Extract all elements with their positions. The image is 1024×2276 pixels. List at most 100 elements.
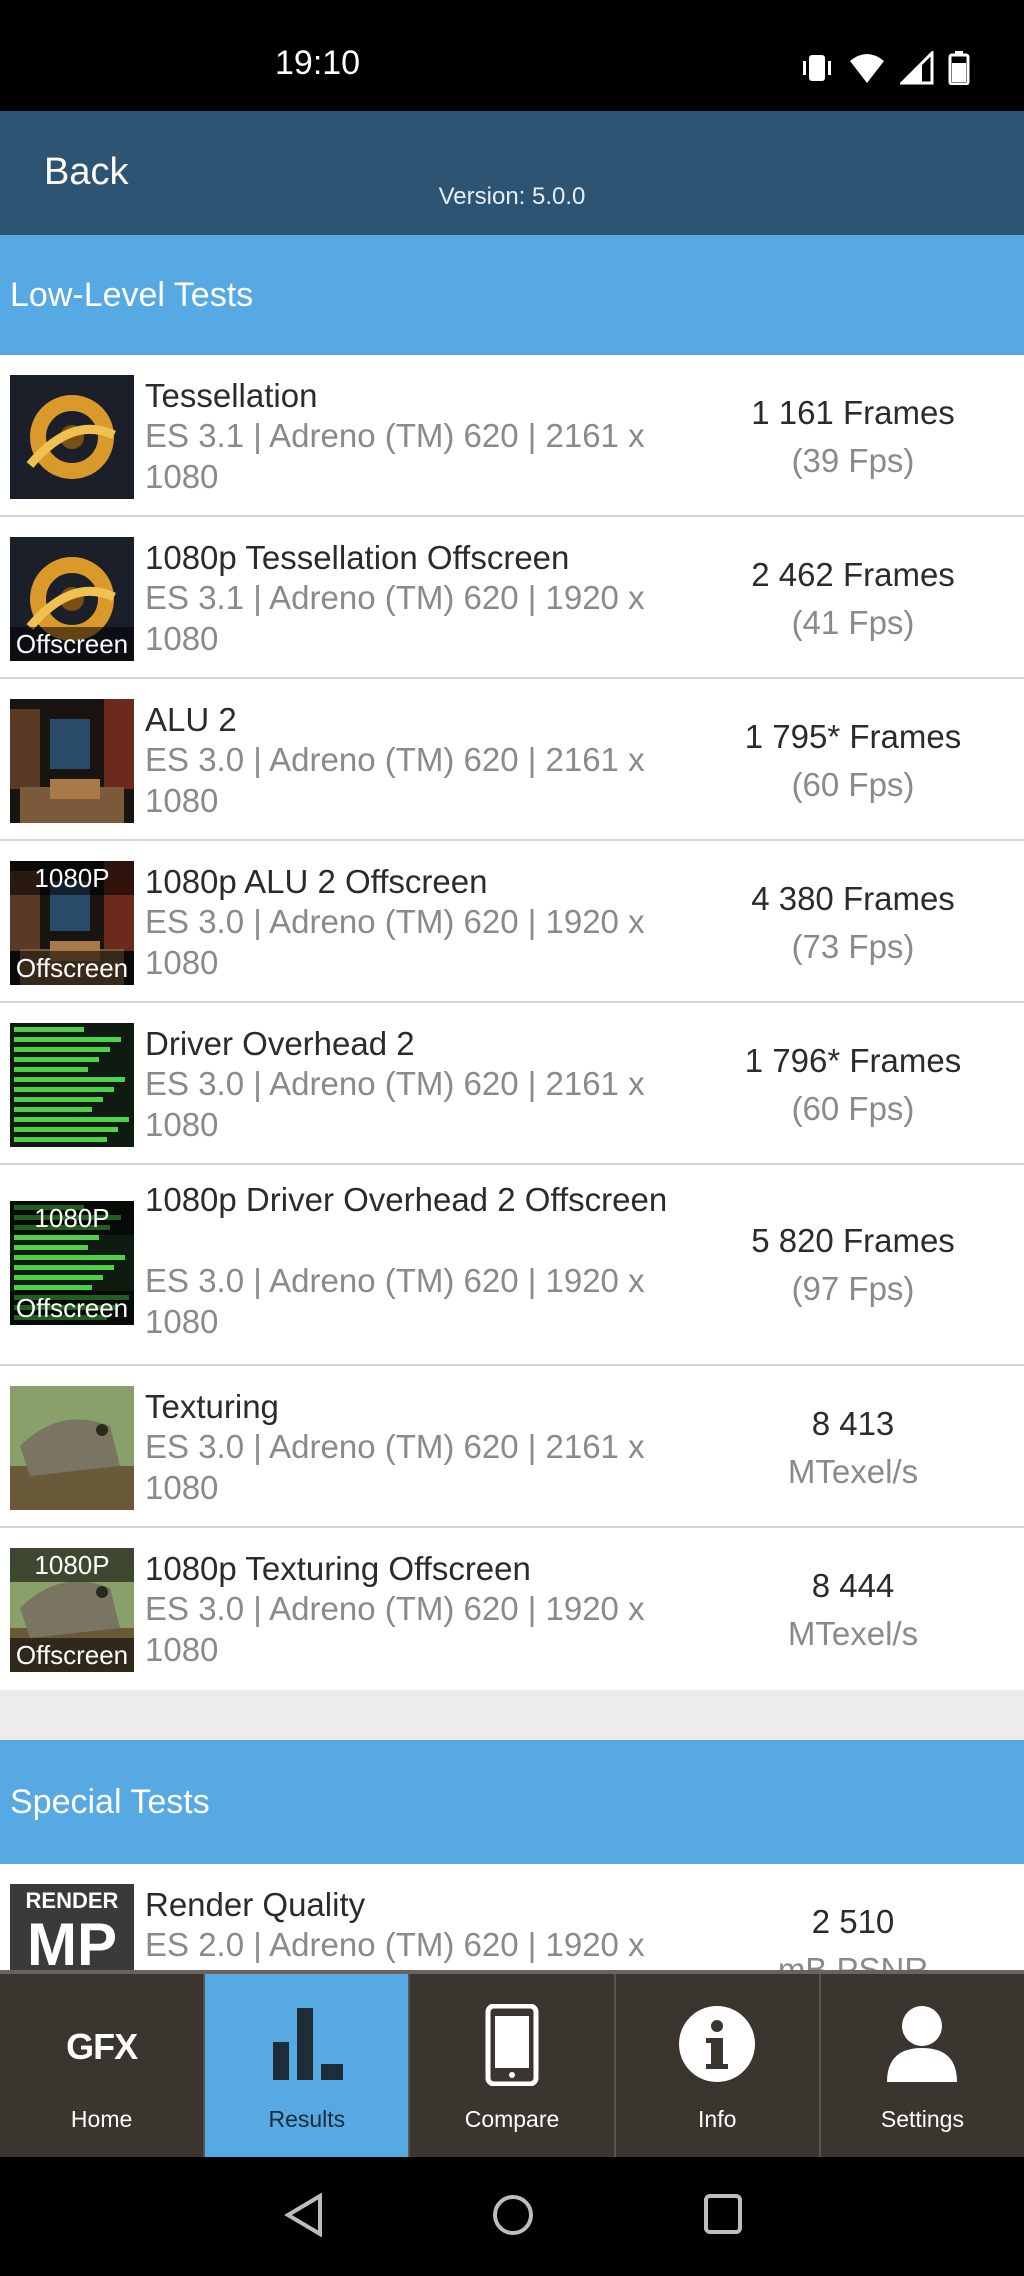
system-nav-bar bbox=[0, 2157, 1024, 2276]
render-quality-thumbnail: RENDER MP bbox=[10, 1884, 134, 1970]
test-score: 5 820 Frames (97 Fps) bbox=[700, 1217, 1006, 1313]
score-unit: (41 Fps) bbox=[791, 604, 915, 641]
tab-info-label: Info bbox=[698, 2106, 737, 2132]
tab-settings-label: Settings bbox=[880, 2106, 964, 2132]
gfx-logo-icon: GFX bbox=[66, 2026, 138, 2067]
thumbnail-caption-bottom: Offscreen bbox=[10, 1638, 134, 1672]
version-label: Version: 5.0.0 bbox=[438, 183, 586, 210]
test-name: 1080p ALU 2 Offscreen bbox=[145, 863, 488, 900]
thumbnail-caption-bottom: Offscreen bbox=[10, 951, 134, 985]
test-score: 2 462 Frames (41 Fps) bbox=[700, 551, 1006, 647]
tessellation-thumbnail: Offscreen bbox=[10, 537, 134, 661]
test-score: 4 380 Frames (73 Fps) bbox=[700, 875, 1006, 971]
test-config: ES 3.0 | Adreno (TM) 620 | 2161 x 1080 bbox=[145, 1428, 645, 1506]
tab-home[interactable]: GFX Home bbox=[0, 1974, 206, 2157]
test-name: Driver Overhead 2 bbox=[145, 1025, 415, 1062]
score-value: 1 795* Frames bbox=[744, 718, 962, 755]
test-name: Render Quality bbox=[145, 1886, 366, 1923]
test-config: ES 3.0 | Adreno (TM) 620 | 1920 x 1080 bbox=[145, 1262, 645, 1340]
score-value: 4 380 Frames bbox=[751, 880, 955, 917]
test-config: ES 2.0 | Adreno (TM) 620 | 1920 x bbox=[145, 1926, 645, 1963]
tab-home-label: Home bbox=[70, 2106, 133, 2132]
score-value: 8 444 bbox=[811, 1567, 895, 1604]
tab-settings[interactable]: Settings bbox=[821, 1974, 1024, 2157]
info-icon bbox=[677, 2004, 757, 2089]
thumbnail-caption-bottom: Offscreen bbox=[10, 627, 134, 661]
status-time: 19:10 bbox=[275, 44, 361, 82]
test-config: ES 3.0 | Adreno (TM) 620 | 2161 x 1080 bbox=[145, 1065, 645, 1143]
nav-home-icon[interactable] bbox=[491, 2193, 535, 2242]
score-value: 5 820 Frames bbox=[751, 1222, 955, 1259]
test-name: 1080p Driver Overhead 2 Offscreen bbox=[145, 1181, 668, 1218]
test-score: 8 444 MTexel/s bbox=[700, 1562, 1006, 1658]
result-row[interactable]: Driver Overhead 2 ES 3.0 | Adreno (TM) 62… bbox=[0, 1003, 1024, 1165]
score-unit: (97 Fps) bbox=[791, 1270, 915, 1307]
app-header: Back Version: 5.0.0 bbox=[0, 111, 1024, 235]
driver-thumbnail bbox=[10, 1023, 134, 1147]
result-row[interactable]: ALU 2 ES 3.0 | Adreno (TM) 620 | 2161 x 1… bbox=[0, 679, 1024, 841]
result-row[interactable]: RENDER MP Render Quality ES 2.0 | Adreno (T… bbox=[0, 1864, 1024, 1970]
test-score: 2 510 mB PSNR bbox=[700, 1898, 1006, 1970]
driver-thumbnail: 1080P Offscreen bbox=[10, 1201, 134, 1325]
score-unit: mB PSNR bbox=[777, 1951, 929, 1970]
score-value: 2 510 bbox=[811, 1903, 895, 1940]
thumbnail-caption-top: 1080P bbox=[10, 861, 134, 895]
signal-icon bbox=[900, 51, 934, 85]
test-score: 8 413 MTexel/s bbox=[700, 1400, 1006, 1496]
test-config: ES 3.0 | Adreno (TM) 620 | 1920 x 1080 bbox=[145, 903, 645, 981]
tab-compare[interactable]: Compare bbox=[410, 1974, 616, 2157]
test-name: 1080p Texturing Offscreen bbox=[145, 1550, 531, 1587]
score-value: 2 462 Frames bbox=[751, 556, 955, 593]
result-row[interactable]: 1080P Offscreen 1080p Driver Overhead 2 Of… bbox=[0, 1165, 1024, 1366]
result-row[interactable]: Offscreen 1080p Tessellation Offscreen ES … bbox=[0, 517, 1024, 679]
wifi-icon bbox=[848, 51, 886, 85]
vibrate-icon bbox=[800, 51, 834, 85]
test-config: ES 3.1 | Adreno (TM) 620 | 1920 x 1080 bbox=[145, 579, 645, 657]
test-score: 1 796* Frames (60 Fps) bbox=[700, 1037, 1006, 1133]
nav-recents-icon[interactable] bbox=[703, 2193, 743, 2240]
section-header-special: Special Tests bbox=[0, 1740, 1024, 1864]
test-config: ES 3.1 | Adreno (TM) 620 | 2161 x 1080 bbox=[145, 417, 645, 495]
test-score: 1 161 Frames (39 Fps) bbox=[700, 389, 1006, 485]
score-unit: (60 Fps) bbox=[791, 1090, 915, 1127]
test-config: ES 3.0 | Adreno (TM) 620 | 1920 x 1080 bbox=[145, 1590, 645, 1668]
score-unit: (73 Fps) bbox=[791, 928, 915, 965]
score-unit: (39 Fps) bbox=[791, 442, 915, 479]
phone-icon bbox=[484, 2003, 540, 2091]
score-value: 1 161 Frames bbox=[751, 394, 955, 431]
alu-thumbnail bbox=[10, 699, 134, 823]
test-score: 1 795* Frames (60 Fps) bbox=[700, 713, 1006, 809]
texturing-thumbnail: 1080P Offscreen bbox=[10, 1548, 134, 1672]
result-row[interactable]: Texturing ES 3.0 | Adreno (TM) 620 | 2161… bbox=[0, 1366, 1024, 1528]
alu-thumbnail: 1080P Offscreen bbox=[10, 861, 134, 985]
section-divider bbox=[0, 1690, 1024, 1740]
tessellation-thumbnail bbox=[10, 375, 134, 499]
status-bar: 19:10 bbox=[0, 0, 1024, 111]
test-name: 1080p Tessellation Offscreen bbox=[145, 539, 570, 576]
texturing-thumbnail bbox=[10, 1386, 134, 1510]
bar-chart-icon bbox=[267, 2004, 347, 2089]
tab-results-label: Results bbox=[268, 2106, 346, 2132]
result-row[interactable]: Tessellation ES 3.1 | Adreno (TM) 620 | 2… bbox=[0, 355, 1024, 517]
score-value: 1 796* Frames bbox=[744, 1042, 962, 1079]
tab-compare-label: Compare bbox=[464, 2106, 560, 2132]
user-icon bbox=[885, 2004, 959, 2089]
tab-info[interactable]: Info bbox=[616, 1974, 821, 2157]
thumbnail-caption-bottom: MP bbox=[27, 1911, 117, 1970]
score-unit: (60 Fps) bbox=[791, 766, 915, 803]
test-name: ALU 2 bbox=[145, 701, 237, 738]
score-unit: MTexel/s bbox=[787, 1453, 919, 1490]
result-row[interactable]: 1080P Offscreen 1080p ALU 2 Offscreen ES 3.… bbox=[0, 841, 1024, 1003]
test-name: Texturing bbox=[145, 1388, 279, 1425]
score-value: 8 413 bbox=[811, 1405, 895, 1442]
tab-results[interactable]: Results bbox=[205, 1974, 411, 2157]
nav-back-icon[interactable] bbox=[284, 2192, 324, 2242]
thumbnail-caption-bottom: Offscreen bbox=[10, 1291, 134, 1325]
score-unit: MTexel/s bbox=[787, 1615, 919, 1652]
test-name: Tessellation bbox=[145, 377, 318, 414]
thumbnail-caption-top: 1080P bbox=[10, 1548, 134, 1582]
section-header-low-level: Low-Level Tests bbox=[0, 235, 1024, 355]
thumbnail-caption-top: 1080P bbox=[10, 1201, 134, 1235]
result-row[interactable]: 1080P Offscreen 1080p Texturing Offscreen E… bbox=[0, 1528, 1024, 1690]
status-icons bbox=[800, 48, 970, 88]
